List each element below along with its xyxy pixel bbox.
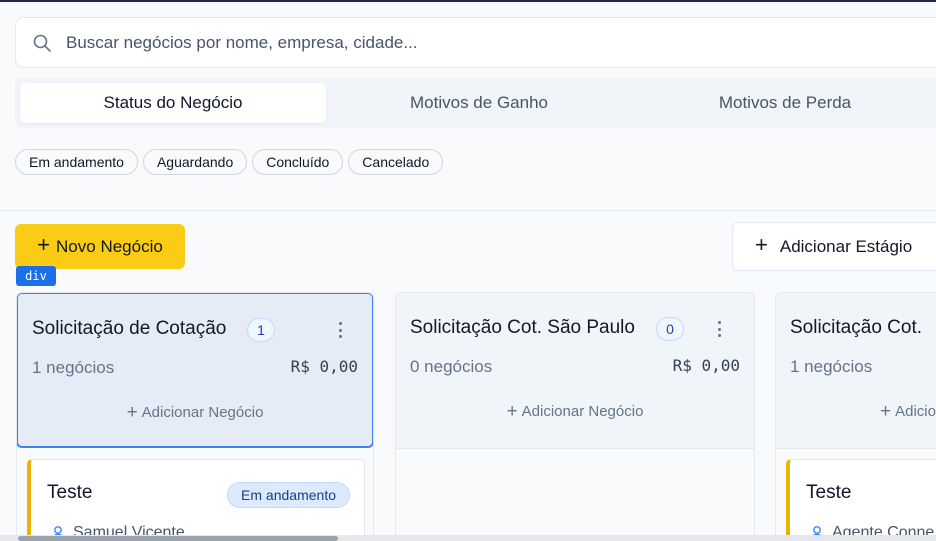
add-stage-button[interactable]: + Adicionar Estágio	[732, 222, 936, 271]
pipeline-column: Solicitação Cot. 1 negócios + Adicio Test…	[775, 292, 936, 541]
column-title: Solicitação de Cotação	[32, 318, 227, 339]
deal-card[interactable]: Teste Em andamento Samuel Vicente	[27, 459, 365, 541]
column-count-badge: 0	[656, 317, 684, 341]
chip-waiting[interactable]: Aguardando	[142, 149, 248, 175]
add-deal-label: Adicio	[895, 403, 936, 420]
add-deal-button[interactable]: + Adicionar Negócio	[18, 402, 372, 424]
tab-win-reasons[interactable]: Motivos de Ganho	[326, 83, 632, 123]
add-deal-label: Adicionar Negócio	[521, 403, 644, 420]
column-header: Solicitação Cot. São Paulo 0 0 negócios …	[396, 293, 754, 449]
plus-icon: +	[37, 232, 51, 257]
add-stage-label: Adicionar Estágio	[779, 236, 913, 256]
tab-bar: Status do Negócio Motivos de Ganho Motiv…	[15, 78, 936, 128]
status-filter-chips: Em andamento Aguardando Concluído Cancel…	[15, 149, 444, 175]
chip-cancelled[interactable]: Cancelado	[348, 149, 444, 175]
section-divider	[0, 210, 936, 211]
horizontal-scrollbar[interactable]	[0, 535, 936, 541]
column-total: R$ 0,00	[290, 357, 358, 376]
tab-status[interactable]: Status do Negócio	[20, 83, 326, 123]
scrollbar-thumb[interactable]	[18, 536, 338, 541]
column-count-badge: 1	[247, 318, 275, 342]
inspector-tag: div	[16, 266, 56, 286]
column-deal-count: 1 negócios	[32, 358, 115, 377]
column-title: Solicitação Cot. São Paulo	[410, 317, 635, 338]
plus-icon: +	[126, 402, 138, 423]
plus-icon: +	[755, 232, 768, 257]
pipeline-column: Solicitação de Cotação 1 1 negócios R$ 0…	[16, 292, 374, 541]
search-icon	[33, 34, 51, 52]
search-input[interactable]	[66, 28, 666, 58]
column-deal-count: 0 negócios	[410, 357, 493, 376]
search-bar	[15, 17, 936, 68]
add-deal-button[interactable]: + Adicionar Negócio	[396, 401, 754, 423]
new-deal-label: Novo Negócio	[56, 236, 163, 256]
pipeline-column: Solicitação Cot. São Paulo 0 0 negócios …	[395, 292, 755, 541]
status-badge: Em andamento	[227, 482, 350, 508]
add-deal-label: Adicionar Negócio	[141, 404, 264, 421]
deal-title: Teste	[806, 482, 852, 503]
deal-card[interactable]: Teste Agente Conne	[786, 459, 936, 541]
column-title: Solicitação Cot.	[790, 317, 923, 338]
plus-icon: +	[880, 401, 892, 422]
column-deal-count: 1 negócios	[790, 357, 873, 376]
add-deal-button[interactable]: + Adicio	[880, 401, 936, 423]
kebab-menu-icon[interactable]	[712, 319, 726, 339]
column-total: R$ 0,00	[672, 356, 740, 375]
column-header: Solicitação de Cotação 1 1 negócios R$ 0…	[17, 293, 373, 448]
kebab-menu-icon[interactable]	[333, 320, 347, 340]
deal-title: Teste	[47, 482, 93, 503]
plus-icon: +	[506, 401, 518, 422]
column-header: Solicitação Cot. 1 negócios + Adicio	[776, 293, 936, 449]
chip-in-progress[interactable]: Em andamento	[15, 149, 138, 175]
chip-completed[interactable]: Concluído	[252, 149, 344, 175]
tab-loss-reasons[interactable]: Motivos de Perda	[632, 83, 936, 123]
new-deal-button[interactable]: + Novo Negócio	[15, 224, 185, 269]
